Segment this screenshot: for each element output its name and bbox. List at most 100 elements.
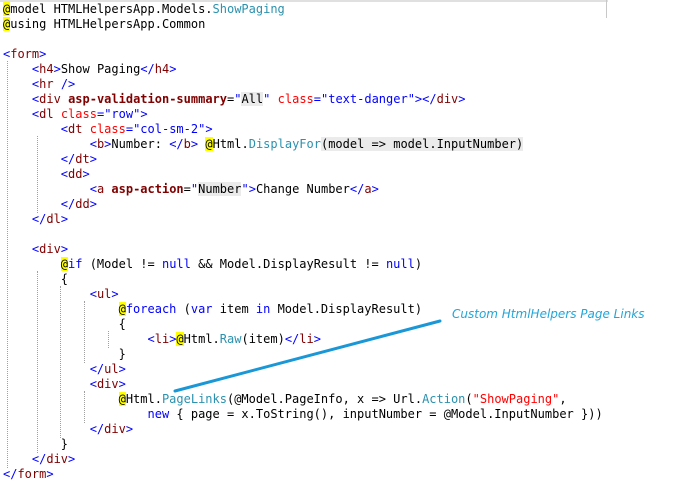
code-token: @ (176, 332, 184, 346)
code-token: < (60, 167, 69, 181)
code-token: > (89, 197, 97, 211)
code-token: null (161, 257, 191, 271)
code-token: var (190, 302, 213, 316)
code-token: ( (176, 302, 191, 316)
code-token: Html. (212, 137, 249, 151)
code-token: > (60, 242, 69, 256)
code-token: (item) (241, 332, 285, 346)
code-line: @model HTMLHelpersApp.Models.ShowPaging (3, 2, 285, 17)
code-token: "ShowPaging" (472, 392, 560, 406)
code-token: { (3, 317, 126, 331)
code-token: Raw (219, 332, 242, 346)
code-token: > (125, 422, 134, 436)
code-token: (Model != (82, 257, 162, 271)
code-line: </ul> (3, 362, 126, 377)
code-token: </ (60, 197, 76, 211)
code-token: = (125, 122, 134, 136)
code-token: < (89, 377, 97, 391)
code-token: (model => model.InputNumber) (320, 137, 524, 151)
code-token: < (89, 287, 97, 301)
code-token: DisplayFor (248, 137, 321, 151)
code-token: > (53, 62, 61, 76)
code-token: Show Paging (60, 62, 141, 76)
code-token: "col-sm-2" (133, 122, 206, 136)
code-token: div (104, 422, 126, 436)
code-token: li (154, 332, 170, 346)
code-line: <h4>Show Paging</h4> (3, 62, 177, 77)
code-token: </ (284, 332, 300, 346)
code-token: if (68, 257, 83, 271)
code-token: class (277, 92, 314, 106)
code-token: (@Model.PageInfo, x => Url. (226, 392, 423, 406)
code-token: All (241, 92, 264, 106)
code-token: model (10, 2, 47, 16)
code-line: </div> (3, 422, 133, 437)
code-editor[interactable]: @model HTMLHelpersApp.Models.ShowPaging @… (0, 0, 608, 494)
code-token: > (68, 452, 76, 466)
code-token: < (60, 122, 69, 136)
code-token: "row" (104, 107, 141, 121)
code-line: <dd> (3, 167, 90, 182)
code-token: h4 (39, 62, 54, 76)
code-token: > (371, 182, 379, 196)
code-token: Change Number (255, 182, 350, 196)
code-token: = (183, 182, 191, 196)
code-token: b (183, 137, 191, 151)
code-token: > (111, 287, 119, 301)
code-token: ></ (414, 92, 437, 106)
code-token: form (10, 47, 40, 61)
code-token: </ (89, 422, 105, 436)
code-token: div (436, 92, 459, 106)
code-token: class (89, 122, 126, 136)
code-line: </dt> (3, 152, 97, 167)
code-line: new { page = x.ToString(), inputNumber =… (3, 407, 603, 422)
code-token: HTMLHelpersApp.Common (46, 17, 206, 31)
code-token: ) (414, 257, 423, 271)
code-token: Html. (125, 392, 162, 406)
code-token: dd (68, 167, 83, 181)
code-line: } (3, 437, 68, 452)
code-token: a (364, 182, 372, 196)
code-token: " (241, 182, 249, 196)
code-line: } (3, 347, 126, 362)
code-token: null (385, 257, 415, 271)
code-token: } (3, 437, 69, 451)
code-token: "text-danger" (321, 92, 415, 106)
code-token: ul (104, 362, 119, 376)
code-line: </dl> (3, 212, 68, 227)
code-line: <div asp-validation-summary="All" class=… (3, 92, 466, 107)
code-token: > (140, 107, 148, 121)
code-token: } (3, 347, 126, 361)
code-token: div (96, 377, 119, 391)
code-token: li (299, 332, 314, 346)
code-token: , (559, 392, 567, 406)
code-line: </div> (3, 452, 75, 467)
code-token: > (118, 377, 126, 391)
code-token: > (46, 467, 54, 481)
code-line: </form> (3, 467, 54, 482)
code-token: dl (39, 107, 54, 121)
code-line: { (3, 317, 126, 332)
code-line: @if (Model != null && Model.DisplayResul… (3, 257, 422, 272)
code-token: /> (53, 77, 76, 91)
annotation-label: Custom HtmlHelpers Page Links (452, 307, 645, 321)
code-token: > (248, 182, 256, 196)
code-token: </ (60, 152, 76, 166)
code-line: <form> (3, 47, 46, 62)
code-token: && Model.DisplayResult != (190, 257, 386, 271)
code-token: > (39, 47, 47, 61)
code-token: div (39, 92, 61, 106)
